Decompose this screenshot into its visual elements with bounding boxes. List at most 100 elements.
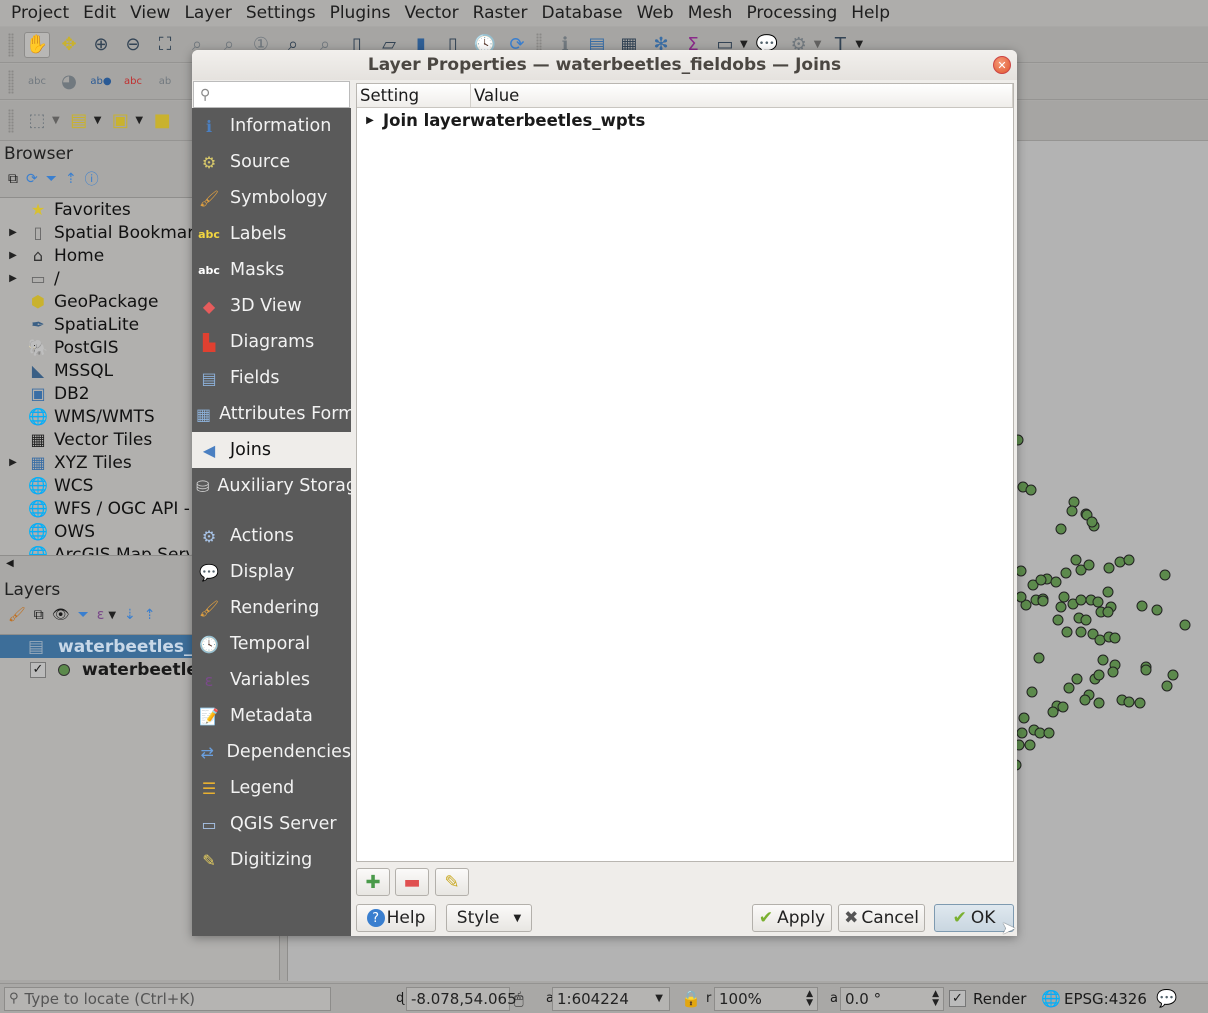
diagram-pin-icon[interactable]: ◕ xyxy=(56,69,82,95)
label-abc-icon[interactable]: abc xyxy=(24,69,50,95)
add-group-icon[interactable]: ⧉ xyxy=(34,607,44,623)
expand-arrow-icon[interactable]: ▶ xyxy=(0,250,26,261)
expand-arrow-icon[interactable]: ▶ xyxy=(0,457,26,468)
nav-item-source[interactable]: ⚙ Source xyxy=(192,144,351,180)
close-icon[interactable]: ✕ xyxy=(993,56,1011,74)
select-features-icon[interactable]: ⬚ xyxy=(24,108,50,134)
collapse-all-icon[interactable]: ⇡ xyxy=(65,171,77,187)
menu-web[interactable]: Web xyxy=(630,3,681,23)
select-by-form-icon[interactable]: ▤ xyxy=(66,108,92,134)
cancel-button[interactable]: ✖ Cancel xyxy=(838,904,925,932)
toolbar-grip[interactable] xyxy=(8,69,14,94)
chevron-down-icon[interactable]: ▼ xyxy=(94,115,102,126)
toolbar-grip[interactable] xyxy=(8,32,14,57)
nav-item-symbology[interactable]: 🖌 Symbology xyxy=(192,180,351,216)
chevron-down-icon[interactable]: ▼ xyxy=(855,39,863,50)
nav-item-fields[interactable]: ▤ Fields xyxy=(192,360,351,396)
menu-plugins[interactable]: Plugins xyxy=(323,3,398,23)
chevron-down-icon[interactable]: ▼ xyxy=(135,115,143,126)
nav-item-masks[interactable]: abc Masks xyxy=(192,252,351,288)
chevron-down-icon[interactable]: ▼ xyxy=(740,39,748,50)
expand-arrow-icon[interactable]: ▶ xyxy=(0,227,26,238)
remove-join-button[interactable]: ▬ xyxy=(395,868,429,896)
layer-visibility-checkbox[interactable]: ✓ xyxy=(30,661,46,678)
pin-label-icon[interactable]: ab● xyxy=(88,69,114,95)
crs-globe-icon[interactable]: 🌐 xyxy=(1041,989,1061,1008)
spin-arrows-icon[interactable]: ▲ ▼ xyxy=(806,989,813,1008)
chevron-down-icon[interactable]: ▼ xyxy=(655,993,663,1004)
menu-layer[interactable]: Layer xyxy=(177,3,238,23)
menu-settings[interactable]: Settings xyxy=(239,3,323,23)
expand-arrow-icon[interactable]: ▶ xyxy=(357,115,383,126)
menu-vector[interactable]: Vector xyxy=(397,3,465,23)
nav-item-legend[interactable]: ☰ Legend xyxy=(192,770,351,806)
apply-button[interactable]: ✔ Apply xyxy=(752,904,832,932)
nav-item-dependencies[interactable]: ⇄ Dependencies xyxy=(192,734,351,770)
info-icon[interactable]: ⓘ xyxy=(85,169,99,189)
chevron-down-icon[interactable]: ▼ xyxy=(52,115,60,126)
style-dropdown-button[interactable]: Style ▼ xyxy=(446,904,532,932)
add-selected-layers-icon[interactable]: ⧉ xyxy=(8,171,18,187)
zoom-in-icon[interactable]: ⊕ xyxy=(88,32,114,58)
menu-mesh[interactable]: Mesh xyxy=(681,3,740,23)
pan-to-selection-icon[interactable]: ✥ xyxy=(56,32,82,58)
mouse-coordinates-toggle-icon[interactable]: 🖱 xyxy=(514,989,524,1009)
deselect-icon[interactable]: ▣ xyxy=(107,108,133,134)
nav-item-auxiliary-storage[interactable]: ⛁ Auxiliary Storage xyxy=(192,468,351,504)
crs-label[interactable]: EPSG:4326 xyxy=(1064,990,1147,1008)
move-label-icon[interactable]: ab xyxy=(152,69,178,95)
filter-icon[interactable]: ⏷ xyxy=(46,171,57,187)
spin-arrows-icon[interactable]: ▲ ▼ xyxy=(932,989,939,1008)
magnifier-spinbox[interactable]: 100% ▲ ▼ xyxy=(714,986,818,1011)
collapse-all-icon[interactable]: ⇡ xyxy=(144,607,156,623)
menu-view[interactable]: View xyxy=(123,3,177,23)
nav-item-temporal[interactable]: 🕓 Temporal xyxy=(192,626,351,662)
zoom-full-icon[interactable]: ⛶ xyxy=(152,32,178,58)
menu-processing[interactable]: Processing xyxy=(739,3,844,23)
messages-icon[interactable]: 💬 xyxy=(1156,989,1177,1009)
rotation-spinbox[interactable]: 0.0 ° ▲ ▼ xyxy=(840,986,944,1011)
column-header-setting[interactable]: Setting xyxy=(357,84,471,107)
nav-item-diagrams[interactable]: ▙ Diagrams xyxy=(192,324,351,360)
expand-arrow-icon[interactable]: ▶ xyxy=(0,273,26,284)
add-join-button[interactable]: ✚ xyxy=(356,868,390,896)
filter-expression-icon[interactable]: ε xyxy=(97,607,105,623)
dialog-titlebar[interactable]: Layer Properties — waterbeetles_fieldobs… xyxy=(192,50,1017,80)
menu-project[interactable]: Project xyxy=(4,3,76,23)
nav-item-joins[interactable]: ◀ Joins xyxy=(192,432,351,468)
menu-help[interactable]: Help xyxy=(844,3,897,23)
nav-item-information[interactable]: ℹ Information xyxy=(192,108,351,144)
filter-legend-icon[interactable]: ⏷ xyxy=(78,607,89,623)
scale-combobox[interactable]: 1:604224 ▼ xyxy=(552,986,670,1011)
nav-item-actions[interactable]: ⚙ Actions xyxy=(192,518,351,554)
chevron-down-icon[interactable]: ▼ xyxy=(108,610,116,621)
menu-database[interactable]: Database xyxy=(534,3,629,23)
help-button[interactable]: ? Help xyxy=(356,904,436,932)
menu-raster[interactable]: Raster xyxy=(466,3,535,23)
nav-item-digitizing[interactable]: ✎ Digitizing xyxy=(192,842,351,878)
search-input[interactable]: ⚲ xyxy=(193,81,350,108)
expand-all-icon[interactable]: ⇣ xyxy=(124,607,136,623)
zoom-out-icon[interactable]: ⊖ xyxy=(120,32,146,58)
column-header-value[interactable]: Value xyxy=(471,84,1013,107)
show-hide-labels-icon[interactable]: abc xyxy=(120,69,146,95)
locate-search-field[interactable]: ⚲ Type to locate (Ctrl+K) xyxy=(4,986,331,1011)
coordinate-field[interactable]: -8.078,54.065 xyxy=(406,986,517,1011)
nav-item-labels[interactable]: abc Labels xyxy=(192,216,351,252)
join-row[interactable]: ▶ Join layer waterbeetles_wpts xyxy=(357,108,1013,132)
nav-item-rendering[interactable]: 🖌 Rendering xyxy=(192,590,351,626)
nav-item-variables[interactable]: ε Variables xyxy=(192,662,351,698)
select-by-location-icon[interactable]: ■ xyxy=(149,108,175,134)
nav-item-3d-view[interactable]: ◆ 3D View xyxy=(192,288,351,324)
scroll-left-icon[interactable]: ◀ xyxy=(6,558,14,569)
joins-tree[interactable]: Setting Value ▶ Join layer waterbeetles_… xyxy=(356,83,1014,862)
lock-scale-icon[interactable]: 🔒 xyxy=(681,989,701,1008)
nav-item-attributes-form[interactable]: ▦ Attributes Form xyxy=(192,396,351,432)
nav-item-metadata[interactable]: 📝 Metadata xyxy=(192,698,351,734)
manage-visibility-icon[interactable]: 👁 xyxy=(52,607,70,623)
edit-join-button[interactable]: ✎ xyxy=(435,868,469,896)
nav-item-qgis-server[interactable]: ▭ QGIS Server xyxy=(192,806,351,842)
nav-item-display[interactable]: 💬 Display xyxy=(192,554,351,590)
menu-edit[interactable]: Edit xyxy=(76,3,123,23)
pan-hand-icon[interactable]: ✋ xyxy=(24,31,50,58)
